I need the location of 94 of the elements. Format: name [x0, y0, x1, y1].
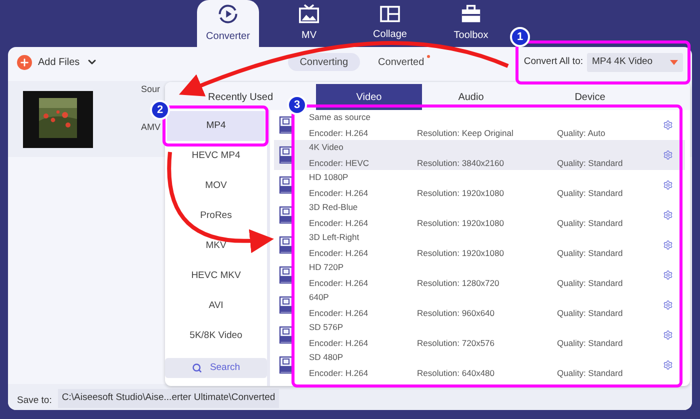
encoder-text: Encoder: H.264 — [309, 366, 370, 380]
resolution-text: Resolution: 720x576 — [417, 336, 496, 350]
encoder-text: Encoder: HEVC — [309, 156, 370, 170]
view-tab[interactable]: Converting — [288, 53, 360, 71]
format-row[interactable]: HD 1080P Encoder: H.264 Resolution: 1920x1080 Quality: Standard — [274, 170, 685, 200]
view-tab[interactable]: Converted — [366, 53, 436, 71]
format-name: 3D Red-Blue — [309, 200, 359, 214]
toolbox-icon — [460, 4, 482, 24]
category-item[interactable]: ProRes — [167, 201, 265, 231]
resolution-text: Resolution: 640x480 — [417, 366, 496, 380]
settings-icon[interactable] — [663, 180, 673, 190]
video-file-icon — [279, 296, 293, 314]
encoder-text: Encoder: H.264 — [309, 276, 370, 290]
top-tab[interactable]: Converter — [197, 0, 259, 47]
resolution-text: Resolution: 1280x720 — [417, 276, 500, 290]
encoder-text: Encoder: H.264 — [309, 216, 370, 230]
category-item[interactable]: MKV — [167, 231, 265, 261]
resolution-text: Resolution: 1920x1080 — [417, 186, 505, 200]
encoder-text: Encoder: H.264 — [309, 336, 370, 350]
save-to-label: Save to: — [17, 394, 52, 408]
quality-text: Quality: Standard — [557, 276, 624, 290]
video-file-icon — [279, 116, 293, 134]
video-file-icon — [279, 236, 293, 254]
format-row[interactable]: 4K Video Encoder: HEVC Resolution: 3840x2160 Quality: Standard — [274, 140, 685, 170]
format-name: Same as source — [309, 110, 372, 124]
quality-text: Quality: Standard — [557, 156, 624, 170]
format-name: HD 1080P — [309, 170, 350, 184]
format-dropdown[interactable]: MP4 4K Video — [587, 52, 683, 72]
format-name: 3D Left-Right — [309, 230, 360, 244]
quality-text: Quality: Standard — [557, 336, 624, 350]
format-name: 4K Video — [309, 140, 344, 154]
format-row[interactable]: HD 720P Encoder: H.264 Resolution: 1280x720 Quality: Standard — [274, 260, 685, 290]
video-file-icon — [279, 356, 293, 374]
settings-icon[interactable] — [663, 150, 673, 160]
top-tab[interactable]: Collage — [359, 0, 421, 47]
format-name: 640P — [309, 290, 330, 304]
settings-icon[interactable] — [663, 270, 673, 280]
source-label: Sour — [141, 83, 161, 96]
refresh-play-icon — [217, 3, 239, 25]
category-item[interactable]: MOV — [167, 171, 265, 201]
format-row[interactable]: SD 480P Encoder: H.264 Resolution: 640x480 Quality: Standard — [274, 350, 685, 380]
plus-icon — [17, 54, 32, 70]
caret-icon — [670, 60, 678, 64]
search-icon — [192, 363, 202, 373]
encoder-text: Encoder: H.264 — [309, 246, 370, 260]
settings-icon[interactable] — [663, 120, 673, 130]
quality-text: Quality: Standard — [557, 216, 624, 230]
settings-icon[interactable] — [663, 360, 673, 370]
video-file-icon — [279, 326, 293, 344]
format-tab[interactable]: Audio — [422, 84, 520, 110]
settings-icon[interactable] — [663, 240, 673, 250]
format-row[interactable]: 640P Encoder: H.264 Resolution: 960x640 Quality: Standard — [274, 290, 685, 320]
video-file-icon — [279, 146, 293, 164]
format-name: HD 720P — [309, 260, 344, 274]
save-path-field[interactable]: C:\Aiseesoft Studio\Aise...erter Ultimate\Converted — [58, 389, 280, 408]
video-file-icon — [279, 266, 293, 284]
step-badge: 1 — [510, 27, 530, 47]
convert-all-label: Convert All to: — [524, 54, 583, 69]
top-tab[interactable]: MV — [278, 0, 340, 47]
encoder-text: Encoder: H.264 — [309, 306, 370, 320]
format-name: SD 576P — [309, 320, 344, 334]
add-files-button[interactable]: Add Files — [17, 54, 98, 70]
settings-icon[interactable] — [663, 330, 673, 340]
settings-icon[interactable] — [663, 300, 673, 310]
search-button[interactable]: Search — [165, 358, 267, 378]
encoder-text: Encoder: H.264 — [309, 126, 370, 140]
quality-text: Quality: Standard — [557, 306, 624, 320]
resolution-text: Resolution: 1920x1080 — [417, 216, 505, 230]
category-item[interactable]: 5K/8K Video — [167, 321, 265, 351]
quality-text: Quality: Standard — [557, 186, 624, 200]
format-label: AMV — [141, 120, 161, 134]
category-item[interactable]: AVI — [167, 291, 265, 321]
video-file-icon — [279, 176, 293, 194]
format-tab[interactable]: Device — [520, 84, 660, 110]
video-file-icon — [279, 206, 293, 224]
resolution-text: Resolution: 1920x1080 — [417, 246, 505, 260]
category-item[interactable]: HEVC MKV — [167, 261, 265, 291]
tv-image-icon — [298, 4, 320, 24]
category-item[interactable]: MP4 — [167, 111, 265, 141]
resolution-text: Resolution: 960x640 — [417, 306, 496, 320]
resolution-text: Resolution: Keep Original — [417, 126, 514, 140]
quality-text: Quality: Standard — [557, 366, 624, 380]
settings-icon[interactable] — [663, 210, 673, 220]
format-row[interactable]: 3D Left-Right Encoder: H.264 Resolution: 1920x1080 Quality: Standard — [274, 230, 685, 260]
format-row[interactable]: SD 576P Encoder: H.264 Resolution: 720x576 Quality: Standard — [274, 320, 685, 350]
format-name: SD 480P — [309, 350, 344, 364]
format-row[interactable]: 3D Red-Blue Encoder: H.264 Resolution: 1920x1080 Quality: Standard — [274, 200, 685, 230]
category-item[interactable]: HEVC MP4 — [167, 141, 265, 171]
resolution-text: Resolution: 3840x2160 — [417, 156, 505, 170]
top-tab[interactable]: Toolbox — [440, 0, 502, 47]
encoder-text: Encoder: H.264 — [309, 186, 370, 200]
quality-text: Quality: Standard — [557, 246, 624, 260]
quality-text: Quality: Auto — [557, 126, 606, 140]
layout-icon — [379, 5, 401, 23]
